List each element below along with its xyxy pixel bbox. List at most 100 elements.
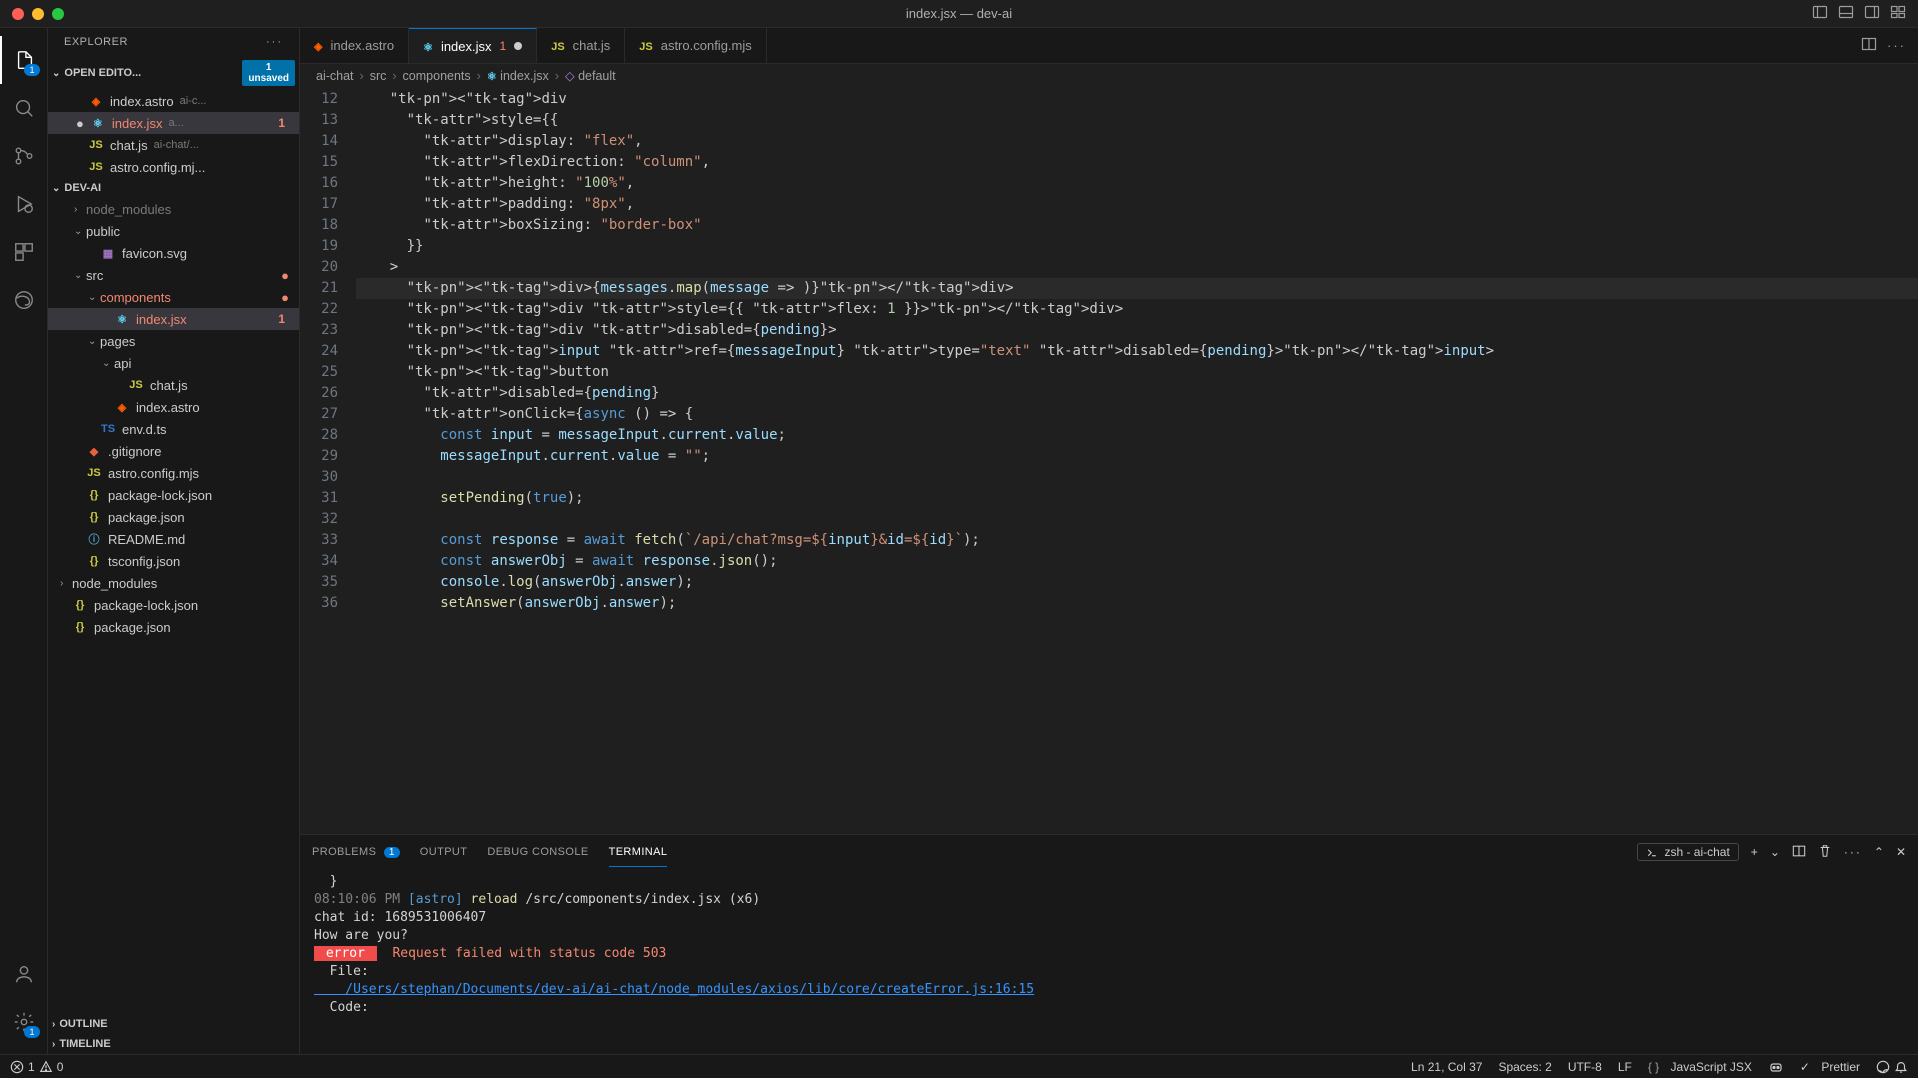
breadcrumb-item[interactable]: src xyxy=(370,69,387,83)
status-spaces[interactable]: Spaces: 2 xyxy=(1498,1060,1551,1074)
folder-item[interactable]: ›node_modules xyxy=(48,572,299,594)
code-editor[interactable]: 1213141516171819202122232425262728293031… xyxy=(300,87,1918,834)
project-header[interactable]: ⌄ DEV-AI xyxy=(48,178,299,198)
more-icon[interactable]: ··· xyxy=(1844,845,1862,859)
breadcrumb-item[interactable]: ⚛ index.jsx xyxy=(487,69,549,83)
activity-debug[interactable] xyxy=(0,180,48,228)
file-item[interactable]: {}tsconfig.json xyxy=(48,550,299,572)
editor-tabs: ◈index.astro⚛index.jsx1JSchat.jsJSastro.… xyxy=(300,28,1918,64)
explorer-badge: 1 xyxy=(24,64,39,76)
status-copilot[interactable] xyxy=(1768,1059,1784,1075)
activity-settings[interactable]: 1 xyxy=(0,998,48,1046)
open-editors-header[interactable]: ⌄ OPEN EDITO... 1 unsaved xyxy=(48,56,299,90)
panel-actions: zsh - ai-chat + ⌄ ··· ⌃ ✕ xyxy=(1637,843,1906,861)
open-editors-list: ◈index.astroai-c...●⚛index.jsxa...1JScha… xyxy=(48,90,299,178)
panel-tab-problems[interactable]: PROBLEMS 1 xyxy=(312,838,400,866)
folder-item[interactable]: ⌄components● xyxy=(48,286,299,308)
titlebar: index.jsx — dev-ai xyxy=(0,0,1918,28)
timeline-label: TIMELINE xyxy=(59,1038,110,1050)
status-cursor[interactable]: Ln 21, Col 37 xyxy=(1411,1060,1482,1074)
toggle-panel-icon[interactable] xyxy=(1838,4,1854,23)
panel-tab-debug[interactable]: DEBUG CONSOLE xyxy=(487,838,588,866)
activity-account[interactable] xyxy=(0,950,48,998)
explorer-sidebar: EXPLORER ··· ⌄ OPEN EDITO... 1 unsaved ◈… xyxy=(48,28,300,1054)
project-name: DEV-AI xyxy=(64,182,101,194)
file-item[interactable]: {}package.json xyxy=(48,506,299,528)
folder-item[interactable]: ⌄src● xyxy=(48,264,299,286)
file-item[interactable]: ▦favicon.svg xyxy=(48,242,299,264)
file-item[interactable]: ◈index.astro xyxy=(48,396,299,418)
toggle-secondary-icon[interactable] xyxy=(1864,4,1880,23)
status-eol[interactable]: LF xyxy=(1618,1060,1632,1074)
file-item[interactable]: {}package-lock.json xyxy=(48,594,299,616)
folder-item[interactable]: ›node_modules xyxy=(48,198,299,220)
panel-tab-terminal[interactable]: TERMINAL xyxy=(609,838,668,867)
activity-scm[interactable] xyxy=(0,132,48,180)
editor-tab[interactable]: ◈index.astro xyxy=(300,28,409,63)
file-item[interactable]: ⓘREADME.md xyxy=(48,528,299,550)
chevron-up-icon[interactable]: ⌃ xyxy=(1874,845,1884,859)
chevron-right-icon: › xyxy=(52,1019,55,1030)
status-language[interactable]: { } JavaScript JSX xyxy=(1648,1060,1752,1074)
settings-badge: 1 xyxy=(24,1026,39,1038)
panel-tab-output[interactable]: OUTPUT xyxy=(420,838,468,866)
open-editor-item[interactable]: ●⚛index.jsxa...1 xyxy=(48,112,299,134)
activity-search[interactable] xyxy=(0,84,48,132)
toggle-sidebar-icon[interactable] xyxy=(1812,4,1828,23)
activity-edge[interactable] xyxy=(0,276,48,324)
breadcrumbs[interactable]: ai-chat›src›components›⚛ index.jsx›◇ def… xyxy=(300,64,1918,87)
panel-tabs: PROBLEMS 1 OUTPUT DEBUG CONSOLE TERMINAL… xyxy=(300,835,1918,869)
trash-icon[interactable] xyxy=(1818,844,1832,861)
close-window-button[interactable] xyxy=(12,8,24,20)
minimize-window-button[interactable] xyxy=(32,8,44,20)
editor-area: ◈index.astro⚛index.jsx1JSchat.jsJSastro.… xyxy=(300,28,1918,1054)
activity-bar: 1 1 xyxy=(0,28,48,1054)
new-terminal-icon[interactable]: + xyxy=(1751,845,1758,859)
tab-actions: ··· xyxy=(1861,28,1918,63)
folder-item[interactable]: ⌄api xyxy=(48,352,299,374)
editor-tab[interactable]: JSchat.js xyxy=(537,28,625,63)
file-item[interactable]: {}package.json xyxy=(48,616,299,638)
file-item[interactable]: JSchat.js xyxy=(48,374,299,396)
more-icon[interactable]: ··· xyxy=(1887,38,1906,53)
file-item[interactable]: JSastro.config.mjs xyxy=(48,462,299,484)
folder-item[interactable]: ⌄public xyxy=(48,220,299,242)
outline-header[interactable]: › OUTLINE xyxy=(48,1014,299,1034)
breadcrumb-item[interactable]: ai-chat xyxy=(316,69,354,83)
maximize-window-button[interactable] xyxy=(52,8,64,20)
file-item[interactable]: ⚛index.jsx1 xyxy=(48,308,299,330)
more-icon[interactable]: ··· xyxy=(266,36,283,48)
breadcrumb-item[interactable]: ◇ default xyxy=(565,68,616,83)
bottom-panel: PROBLEMS 1 OUTPUT DEBUG CONSOLE TERMINAL… xyxy=(300,834,1918,1054)
file-item[interactable]: TSenv.d.ts xyxy=(48,418,299,440)
terminal-selector[interactable]: zsh - ai-chat xyxy=(1637,843,1738,861)
editor-tab[interactable]: ⚛index.jsx1 xyxy=(409,28,537,63)
file-item[interactable]: ◆.gitignore xyxy=(48,440,299,462)
file-tree: ›node_modules⌄public▦favicon.svg⌄src●⌄co… xyxy=(48,198,299,1014)
editor-tab[interactable]: JSastro.config.mjs xyxy=(625,28,767,63)
chevron-down-icon: ⌄ xyxy=(52,183,60,194)
status-bell-icon[interactable] xyxy=(1894,1060,1908,1074)
breadcrumb-item[interactable]: components xyxy=(403,69,471,83)
status-prettier[interactable]: ✓ Prettier xyxy=(1800,1060,1860,1074)
close-panel-icon[interactable]: ✕ xyxy=(1896,845,1906,859)
split-terminal-icon[interactable] xyxy=(1792,844,1806,861)
terminal-output[interactable]: }08:10:06 PM [astro] reload /src/compone… xyxy=(300,869,1918,1054)
problems-badge: 1 xyxy=(384,847,400,858)
open-editor-item[interactable]: JSchat.jsai-chat/... xyxy=(48,134,299,156)
activity-explorer[interactable]: 1 xyxy=(0,36,48,84)
folder-item[interactable]: ⌄pages xyxy=(48,330,299,352)
file-item[interactable]: {}package-lock.json xyxy=(48,484,299,506)
layout-grid-icon[interactable] xyxy=(1890,4,1906,23)
status-feedback-icon[interactable] xyxy=(1876,1060,1908,1074)
status-encoding[interactable]: UTF-8 xyxy=(1568,1060,1602,1074)
code-content[interactable]: "tk-pn"><"tk-tag">div "tk-attr">style={{… xyxy=(356,87,1918,834)
timeline-header[interactable]: › TIMELINE xyxy=(48,1034,299,1054)
open-editor-item[interactable]: ◈index.astroai-c... xyxy=(48,90,299,112)
status-errors[interactable]: 1 0 xyxy=(10,1060,63,1074)
open-editor-item[interactable]: JSastro.config.mj... xyxy=(48,156,299,178)
split-editor-icon[interactable] xyxy=(1861,36,1877,55)
chevron-down-icon[interactable]: ⌄ xyxy=(1770,845,1780,859)
activity-extensions[interactable] xyxy=(0,228,48,276)
unsaved-badge: 1 unsaved xyxy=(242,60,295,86)
